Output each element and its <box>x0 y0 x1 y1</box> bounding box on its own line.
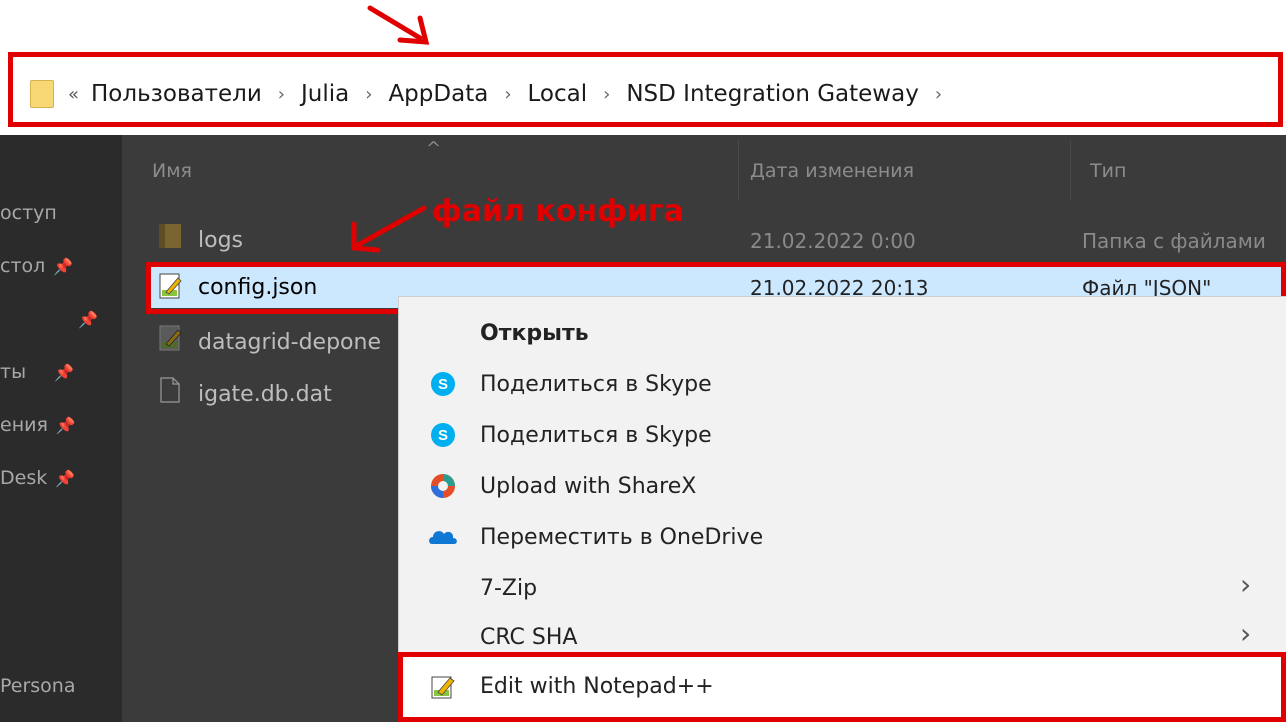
pin-icon: 📌 <box>78 310 98 329</box>
pin-icon: 📌 <box>55 469 76 488</box>
file-date: 21.02.2022 0:00 <box>750 229 916 253</box>
folder-icon <box>159 224 181 248</box>
sharex-icon <box>431 474 455 498</box>
nav-item-quick-access[interactable]: оступ <box>0 202 57 224</box>
annotation-frame-address <box>8 52 1283 127</box>
nav-item-personal[interactable]: Persona <box>0 675 76 697</box>
file-name: igate.db.dat <box>198 382 332 407</box>
pin-icon: 📌 <box>53 257 74 276</box>
annotation-arrow-top <box>367 5 430 45</box>
nav-item-desktop[interactable]: стол 📌 <box>0 255 73 277</box>
menu-item-label: Переместить в OneDrive <box>480 525 764 550</box>
menu-item-label: Поделиться в Skype <box>480 423 712 448</box>
svg-text:S: S <box>438 427 448 444</box>
pin-icon: 📌 <box>55 416 76 435</box>
annotation-frame-notepad <box>398 652 1286 722</box>
menu-item-label: Поделиться в Skype <box>480 372 712 397</box>
column-divider[interactable] <box>1070 140 1071 200</box>
column-header-name[interactable]: Имя <box>152 160 192 182</box>
column-header-type[interactable]: Тип <box>1090 160 1126 182</box>
svg-text:S: S <box>438 376 448 393</box>
skype-icon: S <box>431 423 455 447</box>
pin-icon: 📌 <box>54 363 74 382</box>
skype-icon: S <box>431 372 455 396</box>
file-name: datagrid-depone <box>198 330 381 355</box>
file-name: logs <box>198 228 243 253</box>
file-type: Папка с файлами <box>1082 229 1266 253</box>
nav-item-desk[interactable]: Desk 📌 <box>0 467 75 489</box>
menu-item-label: Upload with ShareX <box>480 474 697 499</box>
menu-item-label: Открыть <box>480 321 589 346</box>
nav-item-downloads[interactable]: 📌 <box>70 308 98 330</box>
submenu-arrow-icon: › <box>1240 617 1252 650</box>
menu-item-label: 7-Zip <box>480 576 538 601</box>
notepad-file-icon <box>159 325 182 351</box>
nav-item-images[interactable]: ения 📌 <box>0 414 76 436</box>
onedrive-icon <box>429 531 457 544</box>
menu-item-label: CRC SHA <box>480 625 578 650</box>
column-header-date[interactable]: Дата изменения <box>750 160 914 182</box>
file-icon <box>160 377 180 403</box>
sort-caret-icon: ^ <box>426 138 442 159</box>
nav-item-documents[interactable]: ты 📌 <box>0 361 74 383</box>
column-divider[interactable] <box>738 140 739 200</box>
submenu-arrow-icon: › <box>1240 568 1252 601</box>
